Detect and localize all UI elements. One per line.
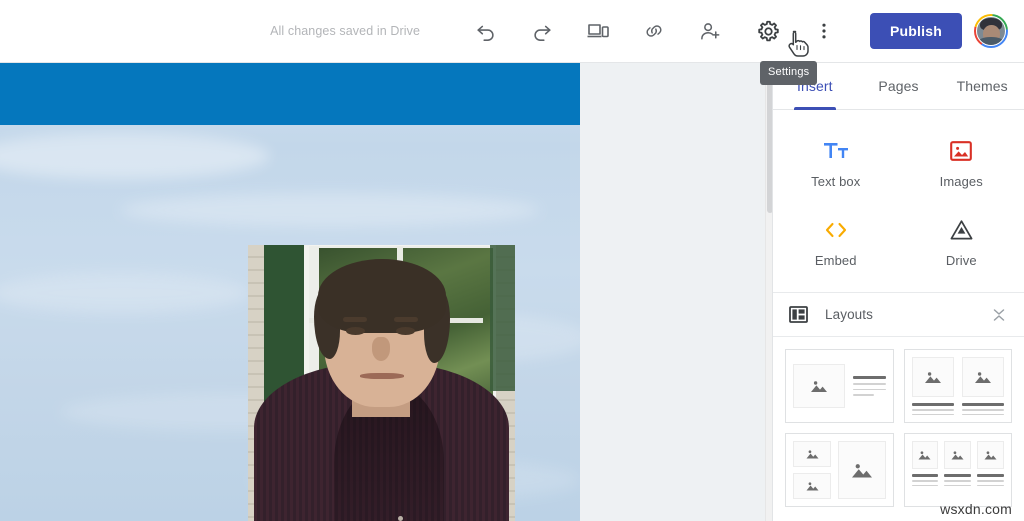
insert-text-box-button[interactable]: Text box: [773, 124, 899, 203]
preview-icon[interactable]: [576, 9, 620, 53]
layout-text-line: [944, 484, 972, 486]
layout-text-line: [853, 383, 886, 385]
layout-text-line: [911, 480, 939, 482]
site-canvas[interactable]: [0, 63, 772, 521]
tab-themes-label: Themes: [956, 78, 1008, 94]
person-hair: [318, 259, 446, 333]
sky-cloud: [0, 273, 250, 313]
layout-image-placeholder-icon: [793, 364, 845, 408]
insert-options-grid: Text box Images Embed Drive: [773, 110, 1024, 293]
tab-themes[interactable]: Themes: [940, 63, 1024, 109]
undo-icon[interactable]: [464, 9, 508, 53]
layout-text-lines: [911, 403, 954, 415]
layout-text-line: [911, 413, 954, 415]
avatar[interactable]: [974, 14, 1008, 48]
collapse-chevron-icon[interactable]: [990, 307, 1008, 323]
shirt-button: [398, 516, 403, 521]
text-box-icon: [823, 136, 849, 166]
settings-tooltip: Settings: [760, 61, 818, 85]
window-shutter: [490, 245, 515, 391]
layout-text-line: [911, 484, 939, 486]
layout-image-placeholder-icon: [793, 441, 831, 467]
layout-option-two-small-one-large-image[interactable]: [785, 433, 894, 507]
layout-text-line: [977, 484, 1004, 486]
layout-caption-row: [911, 474, 1005, 486]
embed-code-icon: [823, 215, 849, 245]
layout-text-line: [853, 376, 886, 380]
layout-text-line: [944, 474, 972, 477]
sky-cloud: [120, 193, 540, 227]
person-mouth: [360, 373, 404, 379]
more-vert-icon[interactable]: [802, 9, 846, 53]
layout-text-line: [961, 413, 1004, 415]
layouts-grid-icon: [787, 306, 809, 323]
person-eye: [396, 327, 415, 335]
layout-text-line: [961, 409, 1004, 411]
layout-text-line: [944, 480, 972, 482]
layout-text-lines: [961, 403, 1004, 415]
layout-image-placeholder-icon: [838, 441, 886, 499]
avatar-shoulders: [977, 37, 1005, 45]
insert-drive-button[interactable]: Drive: [899, 203, 1024, 282]
layout-image-placeholder-icon: [961, 357, 1004, 397]
layout-text-line: [911, 474, 939, 477]
layout-text-line: [911, 403, 954, 406]
layout-small-image-column: [793, 441, 831, 499]
link-icon[interactable]: [632, 9, 676, 53]
layout-text-lines: [977, 474, 1004, 486]
layout-text-line: [853, 388, 886, 391]
images-icon: [949, 136, 973, 166]
layout-caption-row: [911, 403, 1004, 415]
layout-text-line: [977, 474, 1004, 477]
layouts-section-title: Layouts: [825, 307, 873, 322]
add-person-icon[interactable]: [688, 9, 732, 53]
sky-cloud: [0, 133, 270, 179]
layout-text-lines: [853, 376, 886, 396]
insert-side-panel: Insert Pages Themes Text box Images Embe…: [772, 63, 1024, 521]
layout-option-two-images-with-captions[interactable]: [903, 349, 1012, 423]
insert-images-button[interactable]: Images: [899, 124, 1024, 203]
top-toolbar: All changes saved in Drive Publish: [0, 0, 1024, 63]
redo-icon[interactable]: [520, 9, 564, 53]
insert-text-box-label: Text box: [811, 174, 861, 189]
layout-image-placeholder-icon: [977, 441, 1004, 469]
person-eye: [346, 327, 365, 335]
save-status-text: All changes saved in Drive: [270, 24, 420, 38]
site-page[interactable]: [0, 63, 580, 521]
layouts-grid: [773, 337, 1024, 507]
publish-button[interactable]: Publish: [870, 13, 962, 49]
layout-image-placeholder-icon: [944, 441, 972, 469]
page-header-banner[interactable]: [0, 63, 580, 125]
gear-icon[interactable]: [746, 9, 790, 53]
layout-image-row: [911, 441, 1005, 469]
portrait-image[interactable]: [248, 245, 515, 521]
person-eyebrow: [343, 317, 367, 322]
person-nose: [372, 337, 390, 361]
layout-text-line: [961, 403, 1004, 406]
layout-text-lines: [911, 474, 939, 486]
insert-drive-label: Drive: [945, 253, 977, 268]
layout-text-line: [977, 480, 1004, 482]
layout-text-lines: [944, 474, 972, 486]
layout-image-row: [911, 357, 1004, 397]
insert-images-label: Images: [939, 174, 983, 189]
person-eyebrow: [394, 317, 418, 322]
layout-option-image-left-text-right[interactable]: [785, 349, 894, 423]
tab-pages-label: Pages: [878, 78, 919, 94]
insert-embed-label: Embed: [814, 253, 857, 268]
layout-image-placeholder-icon: [911, 357, 954, 397]
tab-pages[interactable]: Pages: [857, 63, 941, 109]
avatar-photo: [976, 16, 1006, 46]
site-watermark: wsxdn.com: [940, 501, 1012, 517]
insert-embed-button[interactable]: Embed: [773, 203, 899, 282]
layout-image-placeholder-icon: [911, 441, 939, 469]
layouts-section-header[interactable]: Layouts: [773, 293, 1024, 337]
layout-image-placeholder-icon: [793, 473, 831, 499]
layout-option-three-images-with-captions[interactable]: [903, 433, 1012, 507]
google-sites-editor: All changes saved in Drive Publish Setti…: [0, 0, 1024, 521]
drive-icon: [949, 215, 974, 245]
layout-text-line: [911, 409, 954, 411]
layout-text-line: [853, 394, 875, 396]
